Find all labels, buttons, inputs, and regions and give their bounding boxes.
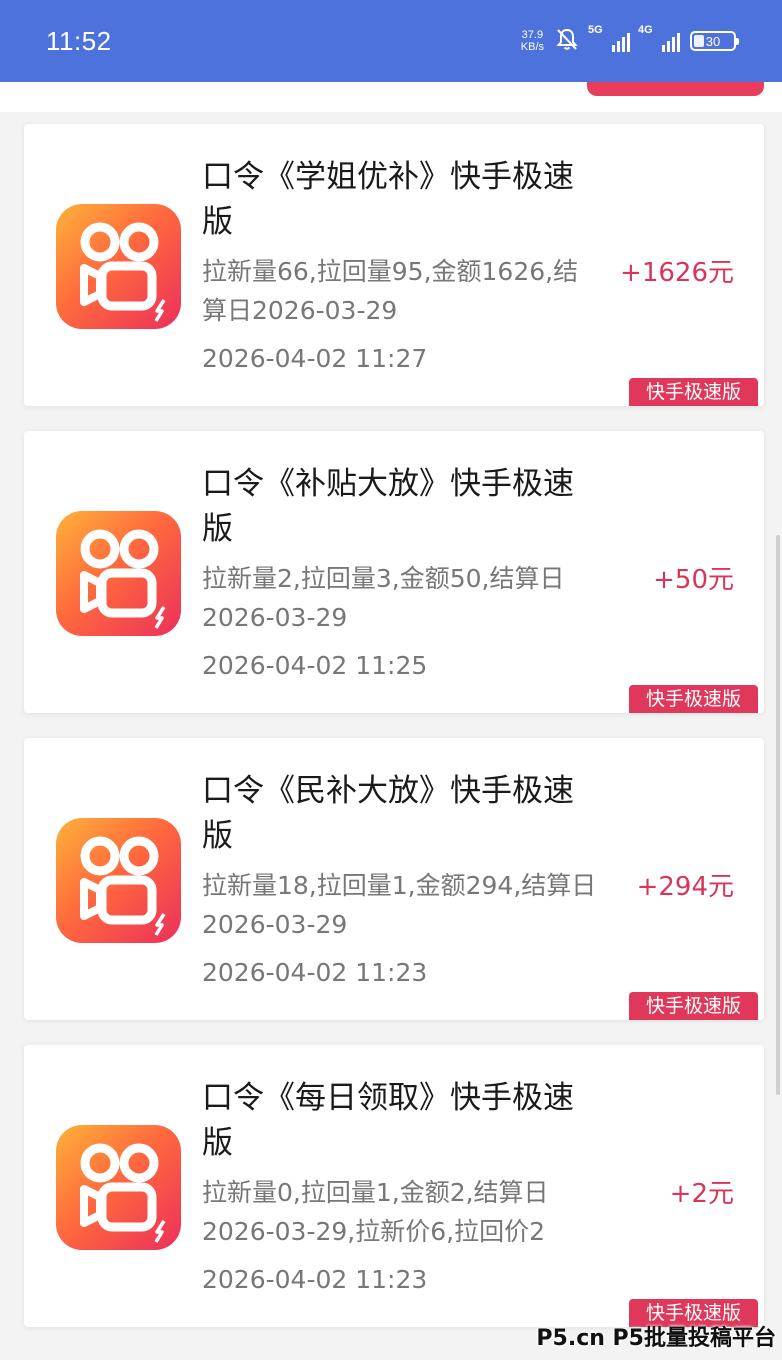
record-title: 口令《民补大放》快手极速版 [202,773,574,854]
app-tag: 快手极速版 [629,378,758,406]
net-speed: 37.9 KB/s [521,29,544,53]
record-timestamp: 2026-04-02 11:23 [202,958,428,987]
kuaishou-app-icon [56,511,181,636]
signal-4g-icon: 4G [638,24,680,52]
record-amount: +2元 [669,1179,734,1209]
top-button-edge[interactable] [587,82,764,96]
record-detail: 拉新量66,拉回量95,金额1626,结算日2026-03-29 [202,257,579,325]
watermark: P5.cn P5批量投稿平台 [536,1326,776,1351]
record-card[interactable]: 口令《每日领取》快手极速版 拉新量0,拉回量1,金额2,结算日2026-03-2… [24,1045,764,1327]
app-tag: 快手极速版 [629,992,758,1020]
kuaishou-app-icon [56,818,181,943]
record-card[interactable]: 口令《民补大放》快手极速版 拉新量18,拉回量1,金额294,结算日2026-0… [24,738,764,1020]
record-detail: 拉新量2,拉回量3,金额50,结算日2026-03-29 [202,564,565,632]
record-detail: 拉新量0,拉回量1,金额2,结算日2026-03-29,拉新价6,拉回价2 [202,1178,549,1246]
record-timestamp: 2026-04-02 11:23 [202,1265,428,1294]
status-time: 11:52 [46,25,112,56]
battery-level: 30 [705,33,721,49]
record-title: 口令《每日领取》快手极速版 [202,1080,574,1161]
signal-5g-label: 5G [588,24,603,36]
net-speed-value: 37.9 [521,29,544,41]
signal-4g-label: 4G [638,24,653,36]
record-card[interactable]: 口令《补贴大放》快手极速版 拉新量2,拉回量3,金额50,结算日2026-03-… [24,431,764,713]
app-tag: 快手极速版 [629,685,758,713]
kuaishou-app-icon [56,204,181,329]
net-speed-unit: KB/s [520,41,544,53]
status-icons: 37.9 KB/s 5G 4G 30 [521,24,739,56]
record-detail: 拉新量18,拉回量1,金额294,结算日2026-03-29 [202,871,597,939]
bell-muted-icon [554,26,580,56]
record-title: 口令《补贴大放》快手极速版 [202,466,574,547]
battery-icon: 30 [690,31,739,51]
scrollbar[interactable] [776,535,780,1095]
status-bar: 11:52 37.9 KB/s 5G 4G 30 [0,0,782,82]
record-amount: +50元 [653,565,734,595]
signal-5g-icon: 5G [588,24,630,52]
record-card[interactable]: 口令《学姐优补》快手极速版 拉新量66,拉回量95,金额1626,结算日2026… [24,124,764,406]
kuaishou-app-icon [56,1125,181,1250]
record-timestamp: 2026-04-02 11:27 [202,344,428,373]
record-timestamp: 2026-04-02 11:25 [202,651,428,680]
record-title: 口令《学姐优补》快手极速版 [202,159,574,240]
record-amount: +1626元 [620,258,734,288]
record-amount: +294元 [636,872,734,902]
